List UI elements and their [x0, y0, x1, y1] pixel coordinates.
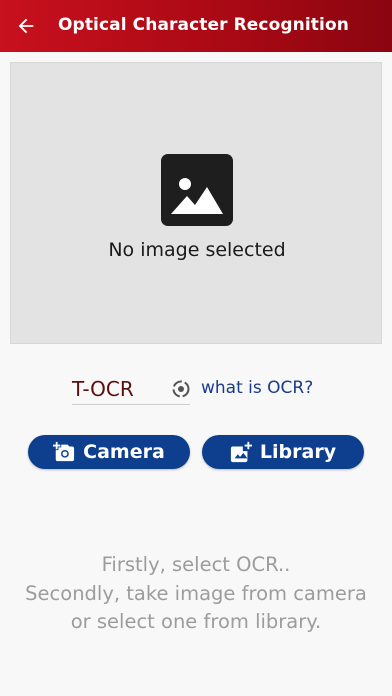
- app-bar: Optical Character Recognition: [0, 0, 392, 52]
- instruction-line: or select one from library.: [70, 610, 322, 633]
- back-button[interactable]: [8, 8, 44, 44]
- instruction-line: Firstly, select OCR..: [101, 553, 291, 576]
- no-image-message: No image selected: [108, 239, 286, 261]
- image-preview-panel: No image selected: [10, 62, 382, 344]
- image-icon: [161, 154, 233, 226]
- what-is-ocr-link[interactable]: what is OCR?: [201, 378, 313, 398]
- library-button[interactable]: Library: [202, 435, 364, 469]
- add-photo-icon: [230, 441, 252, 463]
- arrow-left-icon: [18, 18, 34, 34]
- add-camera-icon: [53, 441, 75, 463]
- info-icon[interactable]: [170, 378, 192, 400]
- page-title: Optical Character Recognition: [58, 15, 349, 35]
- camera-button-label: Camera: [83, 441, 165, 463]
- instructions-text: Firstly, select OCR.. Secondly, take ima…: [0, 551, 392, 637]
- library-button-label: Library: [259, 441, 337, 463]
- ocr-type-value: T-OCR: [72, 377, 134, 401]
- camera-button[interactable]: Camera: [28, 435, 190, 469]
- instruction-line: Secondly, take image from camera: [25, 581, 367, 605]
